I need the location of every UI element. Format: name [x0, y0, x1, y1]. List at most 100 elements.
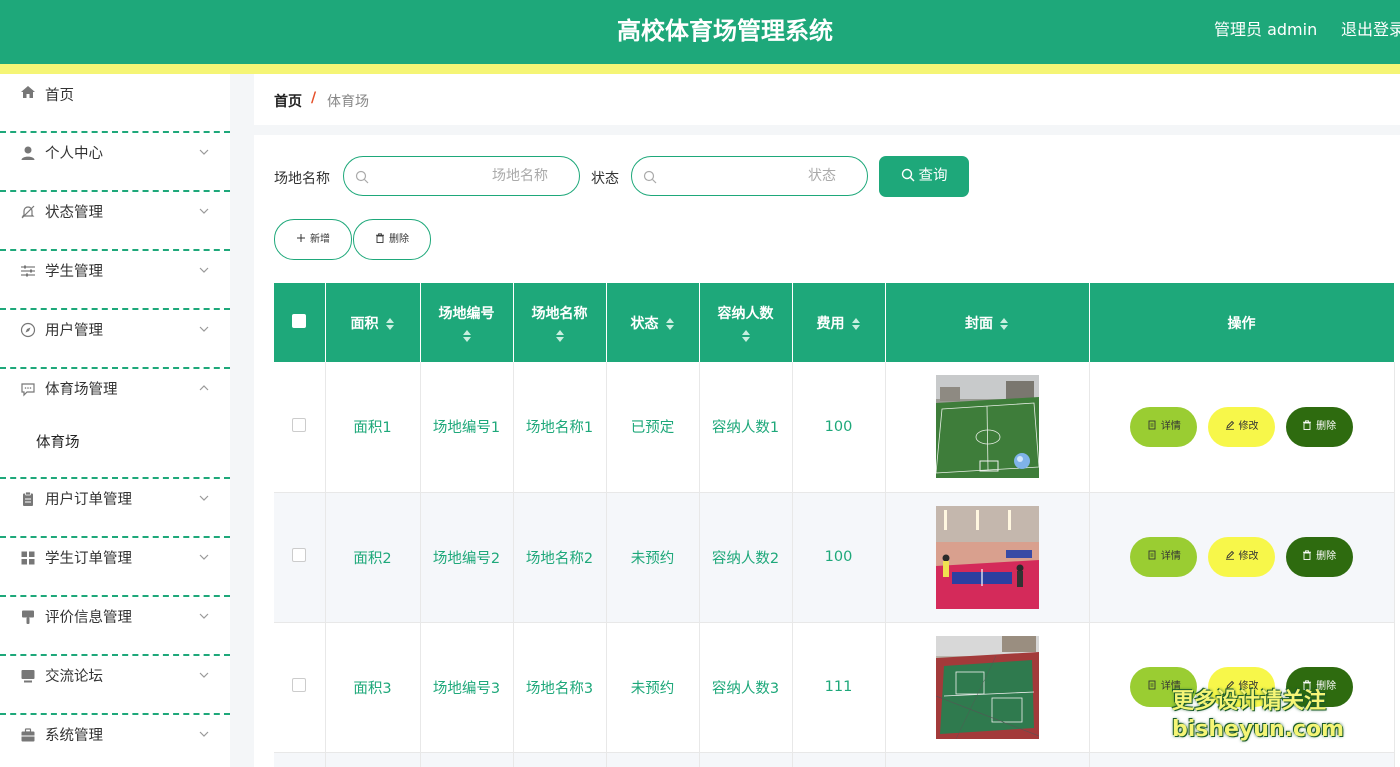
search-icon [355, 169, 369, 184]
sort-icon [462, 329, 471, 342]
main-content: 场地名称 状态 查询 新增 删除 面积 场地编号 场地名称 状态 容纳人数 费用 [254, 135, 1400, 767]
sort-icon [665, 317, 674, 330]
sidebar-item-status[interactable]: 状态管理 [0, 192, 230, 251]
breadcrumb-current: 体育场 [327, 94, 369, 110]
sidebar-item-label: 评价信息管理 [45, 610, 132, 626]
sidebar-item-label: 状态管理 [45, 205, 103, 221]
sort-icon [385, 317, 394, 330]
chevron-down-icon [198, 492, 210, 504]
pencil-icon [1225, 550, 1234, 560]
chevron-down-icon [198, 610, 210, 622]
sliders-icon [20, 263, 36, 279]
sidebar-item-label: 学生管理 [45, 264, 103, 280]
sidebar-subitem-stadium[interactable]: 体育场 [36, 431, 80, 452]
cell-capacity: 容纳人数2 [699, 492, 793, 623]
sort-icon [741, 329, 750, 342]
clipboard-icon [20, 491, 36, 507]
sort-icon [555, 329, 564, 342]
column-header-name[interactable]: 场地名称 [513, 283, 607, 362]
column-header-status[interactable]: 状态 [606, 283, 700, 362]
edit-button[interactable]: 修改 [1208, 406, 1275, 447]
cell-code: 场地编号1 [420, 362, 514, 493]
column-header-code[interactable]: 场地编号 [420, 283, 514, 362]
pencil-icon [1225, 420, 1234, 430]
home-icon [20, 84, 36, 100]
briefcase-icon [20, 727, 36, 743]
sidebar-item-stadium-mgmt[interactable]: 体育场管理 [0, 369, 230, 479]
query-button[interactable]: 查询 [879, 156, 969, 197]
sidebar-item-reviews[interactable]: 评价信息管理 [0, 597, 230, 656]
row-checkbox[interactable] [292, 548, 307, 562]
watermark: 更多设计请关注 bisheyun.com [1172, 688, 1344, 744]
status-search-box[interactable] [631, 156, 868, 196]
cell-code: 场地编号3 [420, 622, 514, 753]
table-row [274, 752, 1395, 767]
sort-icon [1000, 317, 1008, 330]
sidebar-item-label: 体育场管理 [45, 382, 118, 398]
column-header-fee[interactable]: 费用 [792, 283, 886, 362]
status-filter-label: 状态 [591, 171, 619, 187]
cell-status: 未预约 [606, 492, 700, 623]
sidebar-item-label: 学生订单管理 [45, 551, 132, 567]
breadcrumb-separator: / [311, 90, 317, 106]
sidebar-item-users[interactable]: 用户管理 [0, 310, 230, 369]
sidebar-item-profile[interactable]: 个人中心 [0, 133, 230, 192]
cell-status: 已预定 [606, 362, 700, 493]
bulk-delete-button[interactable]: 删除 [353, 219, 431, 260]
name-search-box[interactable] [343, 156, 580, 196]
plus-icon [297, 234, 305, 242]
breadcrumb-home[interactable]: 首页 [274, 91, 302, 111]
chevron-down-icon [198, 669, 210, 681]
sidebar-item-label: 用户订单管理 [45, 492, 132, 508]
document-icon [1148, 680, 1156, 690]
add-button[interactable]: 新增 [274, 219, 352, 260]
chat-icon [20, 381, 36, 397]
football-field-image [935, 375, 1039, 479]
sidebar-item-student-orders[interactable]: 学生订单管理 [0, 538, 230, 597]
select-all-cell [274, 283, 326, 362]
watermark-line-2: bisheyun.com [1172, 717, 1345, 742]
detail-button[interactable]: 详情 [1130, 406, 1198, 447]
cell-capacity: 容纳人数3 [699, 622, 793, 753]
trash-icon [1303, 420, 1312, 430]
sidebar-item-user-orders[interactable]: 用户订单管理 [0, 479, 230, 538]
delete-button[interactable]: 删除 [1285, 537, 1353, 577]
bell-off-icon [20, 204, 36, 220]
sidebar-item-label: 系统管理 [45, 728, 103, 744]
column-header-area[interactable]: 面积 [325, 283, 421, 362]
sidebar-item-students[interactable]: 学生管理 [0, 251, 230, 310]
current-user: 管理员 admin [1214, 20, 1318, 39]
cell-fee: 100 [792, 362, 886, 493]
row-checkbox[interactable] [292, 678, 307, 692]
cell-name: 场地名称3 [513, 622, 607, 753]
edit-button[interactable]: 修改 [1208, 537, 1275, 577]
chevron-down-icon [198, 551, 210, 563]
sidebar-item-forum[interactable]: 交流论坛 [0, 656, 230, 715]
cell-status: 未预约 [606, 622, 700, 753]
sidebar-item-home[interactable]: 首页 [0, 74, 230, 133]
sidebar-item-system[interactable]: 系统管理 [0, 715, 230, 767]
user-icon [20, 145, 36, 161]
search-icon [643, 169, 657, 184]
row-checkbox[interactable] [292, 417, 307, 432]
bulk-delete-button-label: 删除 [389, 234, 409, 245]
table-tennis-hall-image [935, 505, 1039, 609]
sidebar: 首页 个人中心 状态管理 学生管理 用户管理 体育场管理 用户订单管理 学生订单… [0, 74, 230, 767]
monitor-icon [20, 668, 36, 684]
name-filter-label: 场地名称 [274, 171, 330, 187]
status-search-input[interactable] [666, 165, 836, 187]
compass-icon [20, 322, 36, 338]
sidebar-item-label: 首页 [45, 88, 74, 104]
column-header-cover[interactable]: 封面 [885, 283, 1090, 362]
detail-button[interactable]: 详情 [1130, 537, 1198, 577]
delete-button[interactable]: 删除 [1285, 406, 1353, 447]
cell-fee: 111 [792, 622, 886, 753]
table-row: 面积1 场地编号1 场地名称1 已预定 容纳人数1 100 详情 修改 删除 [274, 362, 1395, 493]
select-all-checkbox[interactable] [292, 313, 307, 328]
name-search-input[interactable] [378, 165, 548, 187]
chevron-down-icon [198, 728, 210, 740]
logout-link[interactable]: 退出登录 [1341, 0, 1400, 60]
column-header-capacity[interactable]: 容纳人数 [699, 283, 793, 362]
cell-name: 场地名称1 [513, 362, 607, 493]
cell-name: 场地名称2 [513, 492, 607, 623]
